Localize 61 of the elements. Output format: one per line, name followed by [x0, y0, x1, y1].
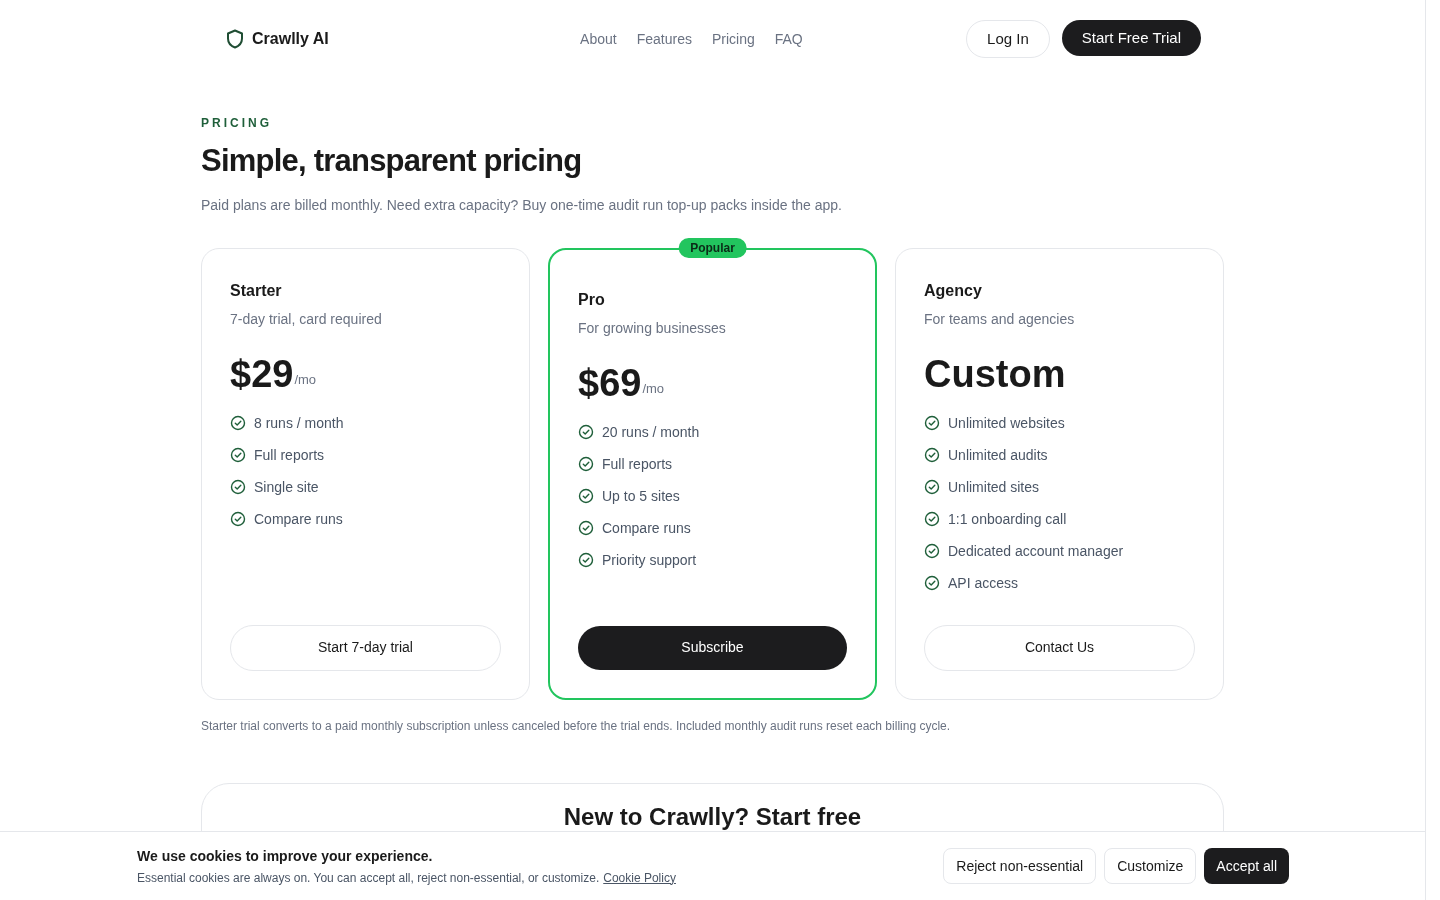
cookie-policy-link[interactable]: Cookie Policy — [603, 868, 676, 887]
check-circle-icon — [924, 510, 940, 527]
plan-tagline: For growing businesses — [578, 318, 727, 338]
popular-badge: Popular — [678, 237, 747, 258]
check-circle-icon — [578, 455, 594, 472]
plan-price: $29 — [230, 351, 294, 396]
feature-text: API access — [948, 573, 1019, 592]
nav-link[interactable]: FAQ — [774, 28, 803, 50]
check-circle-icon — [230, 446, 246, 463]
cookie-button[interactable]: Customize — [1104, 848, 1197, 884]
plan-price: Custom — [924, 351, 1066, 396]
check-circle-icon — [230, 478, 246, 495]
plan-name: Pro — [578, 289, 606, 310]
cookie-title: We use cookies to improve your experience. — [137, 846, 434, 866]
nav-link[interactable]: Pricing — [711, 28, 755, 50]
check-circle-icon — [924, 446, 940, 463]
cookie-text: Essential cookies are always on. You can accept all, reject non-essential, or customize. — [137, 869, 600, 887]
plan-price: $69 — [578, 360, 642, 405]
check-circle-icon — [924, 574, 940, 591]
feature-text: Unlimited audits — [948, 445, 1048, 464]
cookie-button[interactable]: Reject non-essential — [943, 848, 1097, 884]
section-eyebrow: PRICING — [201, 115, 273, 132]
check-circle-icon — [578, 487, 594, 504]
nav-link[interactable]: Features — [636, 28, 692, 50]
check-circle-icon — [578, 551, 594, 568]
plan-tagline: 7-day trial, card required — [230, 309, 383, 329]
plan-name: Starter — [230, 280, 283, 301]
plan-name: Agency — [924, 280, 983, 301]
page-title: Simple, transparent pricing — [201, 142, 583, 180]
feature-text: Unlimited websites — [948, 413, 1065, 432]
feature-text: Up to 5 sites — [602, 486, 680, 505]
feature-text: Compare runs — [254, 509, 343, 528]
feature-text: Single site — [254, 477, 319, 496]
footnote: Starter trial converts to a paid monthly subscription unless canceled before the trial ends. Included monthly audit runs reset each billing cycle. — [201, 717, 952, 735]
start-trial-button[interactable]: Start Free Trial — [1061, 20, 1201, 56]
feature-text: Full reports — [602, 454, 673, 473]
feature-text: Unlimited sites — [948, 477, 1040, 496]
feature-text: Compare runs — [602, 518, 691, 537]
feature-text: Dedicated account manager — [948, 541, 1124, 560]
check-circle-icon — [924, 414, 940, 431]
brand-name: Crawlly AI — [252, 29, 329, 49]
feature-text: 1:1 onboarding call — [948, 509, 1067, 528]
feature-text: Priority support — [602, 550, 697, 569]
cookie-button[interactable]: Accept all — [1204, 848, 1289, 884]
feature-text: Full reports — [254, 445, 325, 464]
page-subtitle: Paid plans are billed monthly. Need extra capacity? Buy one-time audit run top-up packs inside the app. — [201, 195, 843, 215]
check-circle-icon — [578, 519, 594, 536]
cta-title: New to Crawlly? Start free — [563, 801, 862, 832]
feature-text: 20 runs / month — [602, 422, 700, 441]
nav-link[interactable]: About — [580, 28, 617, 50]
plan-tagline: For teams and agencies — [924, 309, 1076, 329]
check-circle-icon — [924, 478, 940, 495]
feature-text: 8 runs / month — [254, 413, 344, 432]
price-period: /mo — [294, 371, 317, 389]
check-circle-icon — [578, 423, 594, 440]
price-period: /mo — [642, 380, 665, 398]
shield-icon — [226, 29, 244, 49]
check-circle-icon — [230, 510, 246, 527]
plan-button[interactable]: Subscribe — [578, 625, 847, 670]
check-circle-icon — [230, 414, 246, 431]
check-circle-icon — [924, 542, 940, 559]
